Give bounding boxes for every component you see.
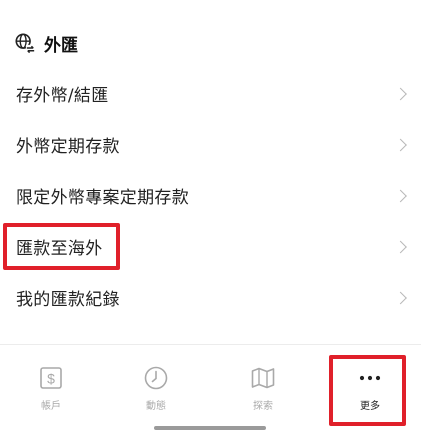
chevron-right-icon [394, 291, 407, 304]
more-highlight-box [329, 355, 406, 426]
chevron-right-icon [394, 189, 407, 202]
menu-item-label: 限定外幣專案定期存款 [16, 188, 189, 208]
chevron-right-icon [394, 240, 407, 253]
map-icon [251, 367, 275, 389]
section-title: 外匯 [44, 35, 78, 56]
home-indicator[interactable] [154, 426, 266, 430]
tab-explore[interactable]: 探索 [228, 365, 298, 412]
dollar-card-icon: $ [40, 367, 62, 389]
menu-item-label: 我的匯款紀錄 [16, 290, 120, 310]
tab-activity-label: 動態 [146, 401, 166, 412]
menu-item-label: 存外幣/結匯 [16, 86, 109, 106]
menu-item-remittance-records[interactable]: 我的匯款紀錄 [0, 272, 421, 323]
globe-exchange-icon [15, 33, 36, 54]
tab-account[interactable]: $ 帳戶 [16, 365, 86, 412]
chevron-right-icon [394, 87, 407, 100]
menu-item-label: 外幣定期存款 [16, 137, 120, 157]
menu-item-deposit-foreign-currency[interactable]: 存外幣/結匯 [0, 68, 421, 119]
svg-text:$: $ [47, 371, 55, 387]
forex-menu-list: 存外幣/結匯 外幣定期存款 限定外幣專案定期存款 匯款至海外 我的匯款紀錄 [0, 68, 421, 323]
tab-account-label: 帳戶 [41, 401, 61, 412]
clock-icon [144, 366, 168, 390]
menu-item-foreign-time-deposit[interactable]: 外幣定期存款 [0, 119, 421, 170]
remittance-highlight-box [3, 223, 120, 270]
menu-item-limited-time-deposit[interactable]: 限定外幣專案定期存款 [0, 170, 421, 221]
tab-activity[interactable]: 動態 [121, 365, 191, 412]
chevron-right-icon [394, 138, 407, 151]
tab-explore-label: 探索 [253, 401, 273, 412]
section-header: 外匯 [14, 28, 78, 58]
